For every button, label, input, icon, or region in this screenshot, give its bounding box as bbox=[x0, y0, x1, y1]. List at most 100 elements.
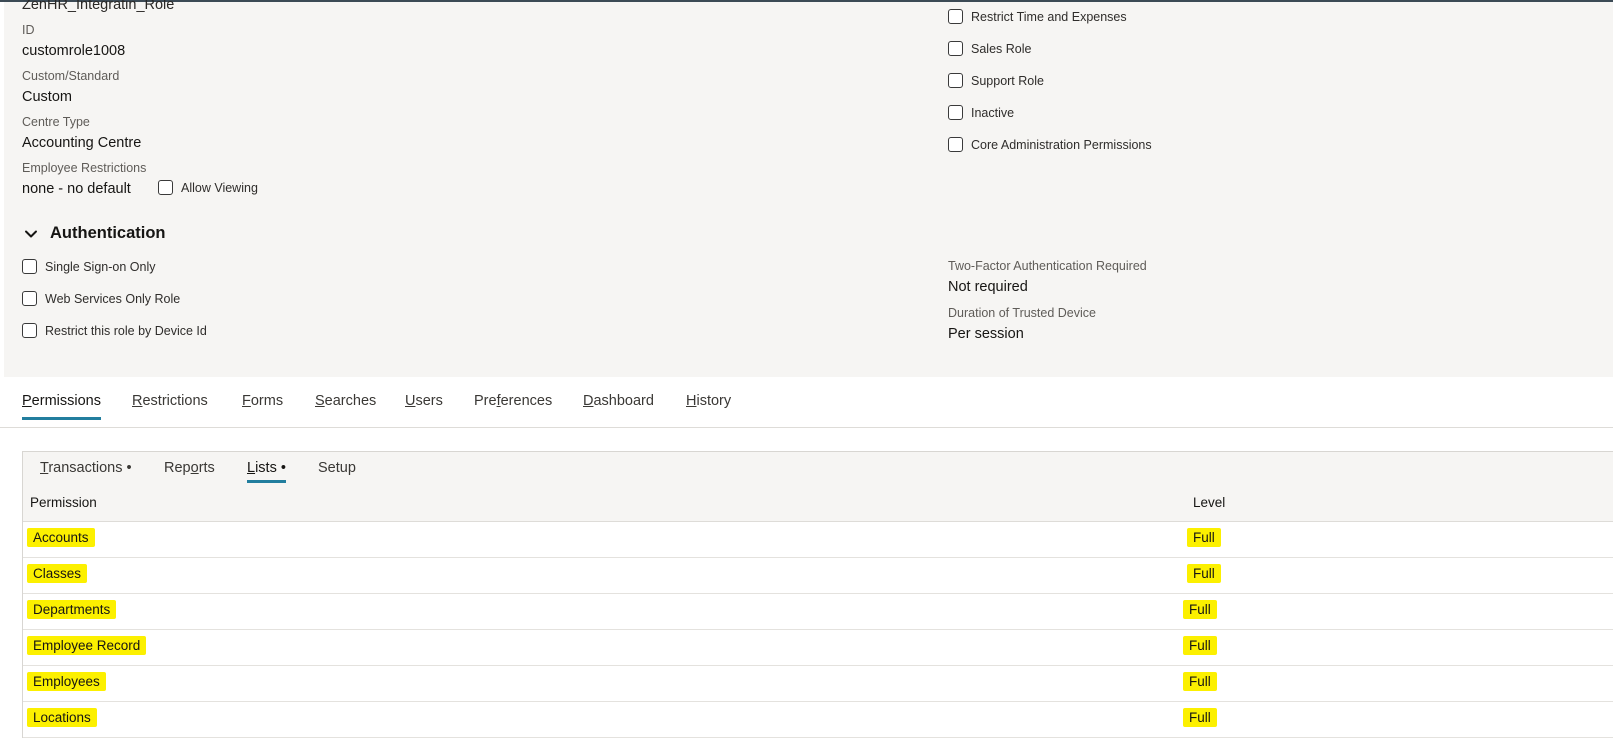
support-role-checkbox[interactable] bbox=[948, 73, 963, 88]
id-value: customrole1008 bbox=[22, 43, 126, 59]
role-name-value: ZenHR_Integratin_Role bbox=[22, 0, 175, 13]
tab-label: orms bbox=[250, 393, 284, 409]
subtab-lists[interactable]: Lists • bbox=[247, 460, 286, 483]
permission-cell: Departments bbox=[27, 600, 117, 619]
tab-searches[interactable]: Searches bbox=[315, 393, 376, 420]
restrict-device-id-row[interactable]: Restrict this role by Device Id bbox=[22, 323, 207, 338]
permission-cell: Locations bbox=[27, 708, 97, 727]
level-cell: Full bbox=[1183, 708, 1217, 727]
sales-role-row[interactable]: Sales Role bbox=[948, 41, 1031, 56]
restrict-time-expenses-row[interactable]: Restrict Time and Expenses bbox=[948, 9, 1127, 24]
top-divider bbox=[0, 0, 1613, 2]
table-row: Accounts Full bbox=[23, 522, 1613, 558]
tab-label: Setup bbox=[318, 460, 356, 476]
permission-cell: Accounts bbox=[27, 528, 95, 547]
tab-label: ashboard bbox=[593, 393, 654, 409]
tab-accesskey: D bbox=[583, 393, 594, 409]
tab-label: sers bbox=[415, 393, 443, 409]
permission-cell: Employee Record bbox=[27, 636, 147, 655]
checkbox-label: Single Sign-on Only bbox=[45, 259, 156, 274]
tab-accesskey: F bbox=[242, 393, 251, 409]
subtab-reports[interactable]: Reports bbox=[164, 460, 215, 483]
employee-restrictions-label: Employee Restrictions bbox=[22, 161, 147, 175]
tab-accesskey: R bbox=[132, 393, 143, 409]
table-row: Departments Full bbox=[23, 594, 1613, 630]
single-sign-on-row[interactable]: Single Sign-on Only bbox=[22, 259, 155, 274]
checkbox-label: Restrict Time and Expenses bbox=[971, 9, 1127, 24]
table-row: Employees Full bbox=[23, 666, 1613, 702]
restrict-device-id-checkbox[interactable] bbox=[22, 323, 37, 338]
employee-restrictions-value: none - no default bbox=[22, 181, 131, 197]
permission-cell: Employees bbox=[27, 672, 106, 691]
tab-history[interactable]: History bbox=[686, 393, 731, 420]
authentication-title: Authentication bbox=[50, 224, 166, 242]
subtab-transactions[interactable]: Transactions • bbox=[40, 460, 132, 483]
tab-label: ists • bbox=[255, 460, 286, 476]
tab-accesskey: S bbox=[315, 393, 325, 409]
checkbox-label: Restrict this role by Device Id bbox=[45, 323, 207, 338]
authentication-section-toggle[interactable]: Authentication bbox=[24, 224, 166, 243]
tab-label: rts bbox=[198, 460, 215, 476]
tab-accesskey: P bbox=[22, 393, 32, 409]
table-row: Classes Full bbox=[23, 558, 1613, 594]
table-header: Permission Level bbox=[23, 485, 1613, 522]
checkbox-label: Support Role bbox=[971, 73, 1044, 88]
sales-role-checkbox[interactable] bbox=[948, 41, 963, 56]
tab-restrictions[interactable]: Restrictions bbox=[132, 393, 208, 420]
checkbox-label: Web Services Only Role bbox=[45, 291, 181, 306]
tab-label: earches bbox=[324, 393, 377, 409]
column-header-permission[interactable]: Permission bbox=[30, 495, 97, 510]
core-admin-permissions-checkbox[interactable] bbox=[948, 137, 963, 152]
main-tab-bar: Permissions Restrictions Forms Searches … bbox=[0, 377, 1613, 428]
tab-users[interactable]: Users bbox=[405, 393, 443, 420]
checkbox-label: Sales Role bbox=[971, 41, 1032, 56]
tab-accesskey: H bbox=[686, 393, 697, 409]
tab-preferences[interactable]: Preferences bbox=[474, 393, 552, 420]
role-page: ZenHR_Integratin_Role ID customrole1008 … bbox=[0, 0, 1613, 746]
level-cell: Full bbox=[1183, 636, 1217, 655]
allow-viewing-checkbox[interactable] bbox=[158, 180, 173, 195]
trusted-device-value: Per session bbox=[948, 326, 1024, 342]
checkbox-label: Core Administration Permissions bbox=[971, 137, 1152, 152]
two-factor-value: Not required bbox=[948, 279, 1028, 295]
tab-label: ermissions bbox=[31, 393, 101, 409]
core-admin-permissions-row[interactable]: Core Administration Permissions bbox=[948, 137, 1152, 152]
permissions-panel: Transactions • Reports Lists • Setup Per… bbox=[22, 451, 1613, 738]
tab-label: erences bbox=[500, 393, 553, 409]
table-row: Locations Full bbox=[23, 702, 1613, 738]
tab-label: istory bbox=[696, 393, 732, 409]
tab-permissions[interactable]: Permissions bbox=[22, 393, 101, 420]
permission-cell: Classes bbox=[27, 564, 88, 583]
tab-accesskey: o bbox=[190, 460, 199, 476]
restrict-time-expenses-checkbox[interactable] bbox=[948, 9, 963, 24]
tab-label: Pre bbox=[474, 393, 497, 409]
web-services-only-checkbox[interactable] bbox=[22, 291, 37, 306]
allow-viewing-checkbox-row[interactable]: Allow Viewing bbox=[158, 180, 258, 195]
chevron-down-icon bbox=[25, 230, 37, 237]
sub-tab-bar: Transactions • Reports Lists • Setup bbox=[23, 452, 1613, 486]
allow-viewing-label: Allow Viewing bbox=[181, 180, 258, 195]
trusted-device-label: Duration of Trusted Device bbox=[948, 306, 1096, 320]
level-cell: Full bbox=[1183, 672, 1217, 691]
level-cell: Full bbox=[1183, 600, 1217, 619]
custom-standard-label: Custom/Standard bbox=[22, 69, 120, 83]
tab-label: ransactions • bbox=[48, 460, 132, 476]
tab-label: Rep bbox=[164, 460, 191, 476]
inactive-checkbox[interactable] bbox=[948, 105, 963, 120]
tab-accesskey: U bbox=[405, 393, 416, 409]
tab-accesskey: L bbox=[247, 460, 256, 476]
subtab-setup[interactable]: Setup bbox=[318, 460, 356, 483]
level-cell: Full bbox=[1187, 528, 1221, 547]
column-header-level[interactable]: Level bbox=[1193, 495, 1225, 510]
tab-dashboard[interactable]: Dashboard bbox=[583, 393, 654, 420]
single-sign-on-checkbox[interactable] bbox=[22, 259, 37, 274]
tab-forms[interactable]: Forms bbox=[242, 393, 283, 420]
web-services-only-row[interactable]: Web Services Only Role bbox=[22, 291, 180, 306]
inactive-row[interactable]: Inactive bbox=[948, 105, 1014, 120]
custom-standard-value: Custom bbox=[22, 89, 72, 105]
two-factor-label: Two-Factor Authentication Required bbox=[948, 259, 1147, 273]
checkbox-label: Inactive bbox=[971, 105, 1015, 120]
level-cell: Full bbox=[1187, 564, 1221, 583]
support-role-row[interactable]: Support Role bbox=[948, 73, 1044, 88]
centre-type-label: Centre Type bbox=[22, 115, 90, 129]
